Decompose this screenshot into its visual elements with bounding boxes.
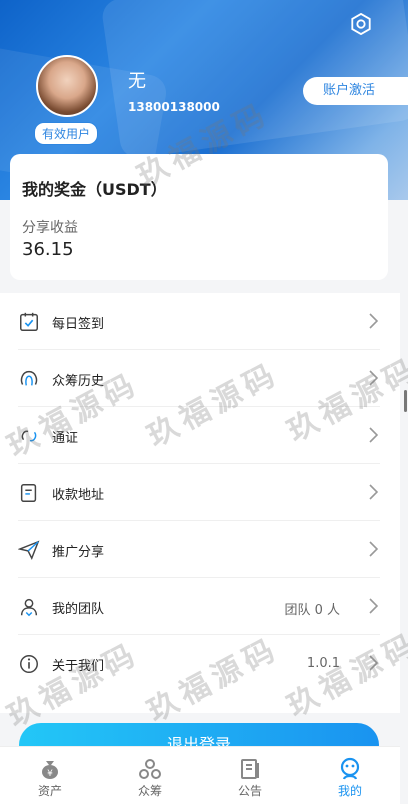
tab-mine[interactable]: 我的 xyxy=(300,747,400,804)
profile-icon xyxy=(340,757,360,780)
tab-label: 我的 xyxy=(337,784,362,798)
tab-assets[interactable]: ¥ 资产 xyxy=(0,747,100,804)
menu-item-label: 收款地址 xyxy=(52,488,105,503)
app-version: 1.0.1 xyxy=(306,656,340,671)
share-earnings-value: 36.15 xyxy=(22,239,74,260)
menu-item-label: 我的团队 xyxy=(52,602,105,617)
scrollbar[interactable] xyxy=(404,390,407,412)
info-icon xyxy=(20,655,38,673)
menu-item-daily-checkin[interactable]: 每日签到 xyxy=(18,293,380,350)
chevron-right-icon xyxy=(369,370,378,386)
tab-crowdfunding[interactable]: 众筹 xyxy=(100,747,200,804)
paper-plane-icon xyxy=(18,540,40,561)
chevron-right-icon xyxy=(369,655,378,671)
menu-item-label: 每日签到 xyxy=(52,317,105,332)
bonus-title: 我的奖金（USDT） xyxy=(22,180,167,199)
bottom-tab-bar: ¥ 资产 众筹 公告 我的 xyxy=(0,746,400,804)
tab-label: 众筹 xyxy=(137,784,162,798)
svg-text:¥: ¥ xyxy=(47,769,53,779)
team-count: 团队 0 人 xyxy=(284,603,340,618)
document-icon xyxy=(20,484,37,502)
chevron-right-icon xyxy=(369,598,378,614)
menu-item-crowdfunding-history[interactable]: 众筹历史 xyxy=(18,350,380,407)
calendar-check-icon xyxy=(20,312,38,331)
phone-number: 13800138000 xyxy=(128,100,220,114)
tab-announcements[interactable]: 公告 xyxy=(200,747,300,804)
token-icon xyxy=(21,430,37,442)
menu-item-about-us[interactable]: 关于我们 1.0.1 xyxy=(18,635,380,692)
crowdfund-icon xyxy=(139,759,161,779)
tab-label: 公告 xyxy=(237,784,262,798)
avatar[interactable] xyxy=(36,55,98,117)
user-status-badge: 有效用户 xyxy=(34,122,99,145)
menu-item-token[interactable]: 通证 xyxy=(18,407,380,464)
chevron-right-icon xyxy=(369,313,378,329)
tab-label: 资产 xyxy=(37,784,62,798)
menu-item-payment-address[interactable]: 收款地址 xyxy=(18,464,380,521)
username: 无 xyxy=(128,71,146,92)
chevron-right-icon xyxy=(369,541,378,557)
notice-icon xyxy=(241,759,259,779)
activate-account-button[interactable]: 账户激活 xyxy=(303,77,408,105)
menu-item-label: 众筹历史 xyxy=(52,374,105,389)
settings-icon[interactable] xyxy=(350,13,372,35)
share-earnings-label: 分享收益 xyxy=(22,220,78,236)
menu-item-my-team[interactable]: 我的团队 团队 0 人 xyxy=(18,578,380,635)
history-icon xyxy=(20,370,38,386)
settings-menu: 每日签到 众筹历史 通证 收款地址 推广分享 我的团队 团队 0 人 关于我们 … xyxy=(0,293,400,713)
money-bag-icon: ¥ xyxy=(42,761,58,779)
chevron-right-icon xyxy=(369,484,378,500)
menu-item-label: 关于我们 xyxy=(52,659,105,674)
menu-item-label: 通证 xyxy=(52,431,79,446)
menu-item-promote-share[interactable]: 推广分享 xyxy=(18,521,380,578)
team-icon xyxy=(20,598,38,617)
menu-item-label: 推广分享 xyxy=(52,545,105,560)
bonus-card: 我的奖金（USDT） 分享收益 36.15 xyxy=(10,154,388,280)
chevron-right-icon xyxy=(369,427,378,443)
